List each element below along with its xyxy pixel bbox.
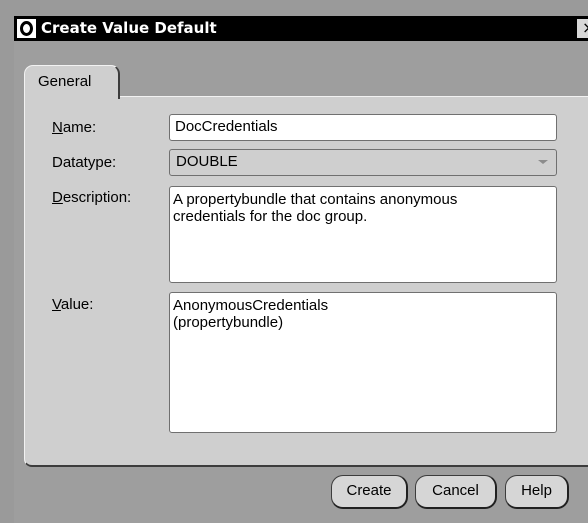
dialog-window: Create Value Default × General Name: Doc… <box>0 0 588 523</box>
datatype-label: Datatype: <box>52 154 117 171</box>
create-button[interactable]: Create <box>331 475 408 509</box>
name-input[interactable]: DocCredentials <box>169 114 557 141</box>
datatype-select[interactable]: DOUBLE <box>169 149 557 176</box>
oracle-o-icon <box>17 19 36 38</box>
datatype-value: DOUBLE <box>176 153 238 170</box>
description-textarea[interactable]: A propertybundle that contains anonymous… <box>169 186 557 283</box>
help-button[interactable]: Help <box>505 475 569 509</box>
close-icon[interactable]: × <box>577 19 588 38</box>
value-textarea[interactable]: AnonymousCredentials (propertybundle) <box>169 292 557 433</box>
chevron-down-icon <box>538 160 548 164</box>
title-bar[interactable]: Create Value Default × <box>14 16 588 41</box>
description-label: Description: <box>52 189 132 206</box>
window-title: Create Value Default <box>41 19 217 37</box>
value-label: Value: <box>52 296 94 313</box>
tab-general-label: General <box>38 73 92 90</box>
cancel-button[interactable]: Cancel <box>415 475 497 509</box>
name-label: Name: <box>52 119 97 136</box>
tab-general[interactable]: General <box>24 65 120 99</box>
